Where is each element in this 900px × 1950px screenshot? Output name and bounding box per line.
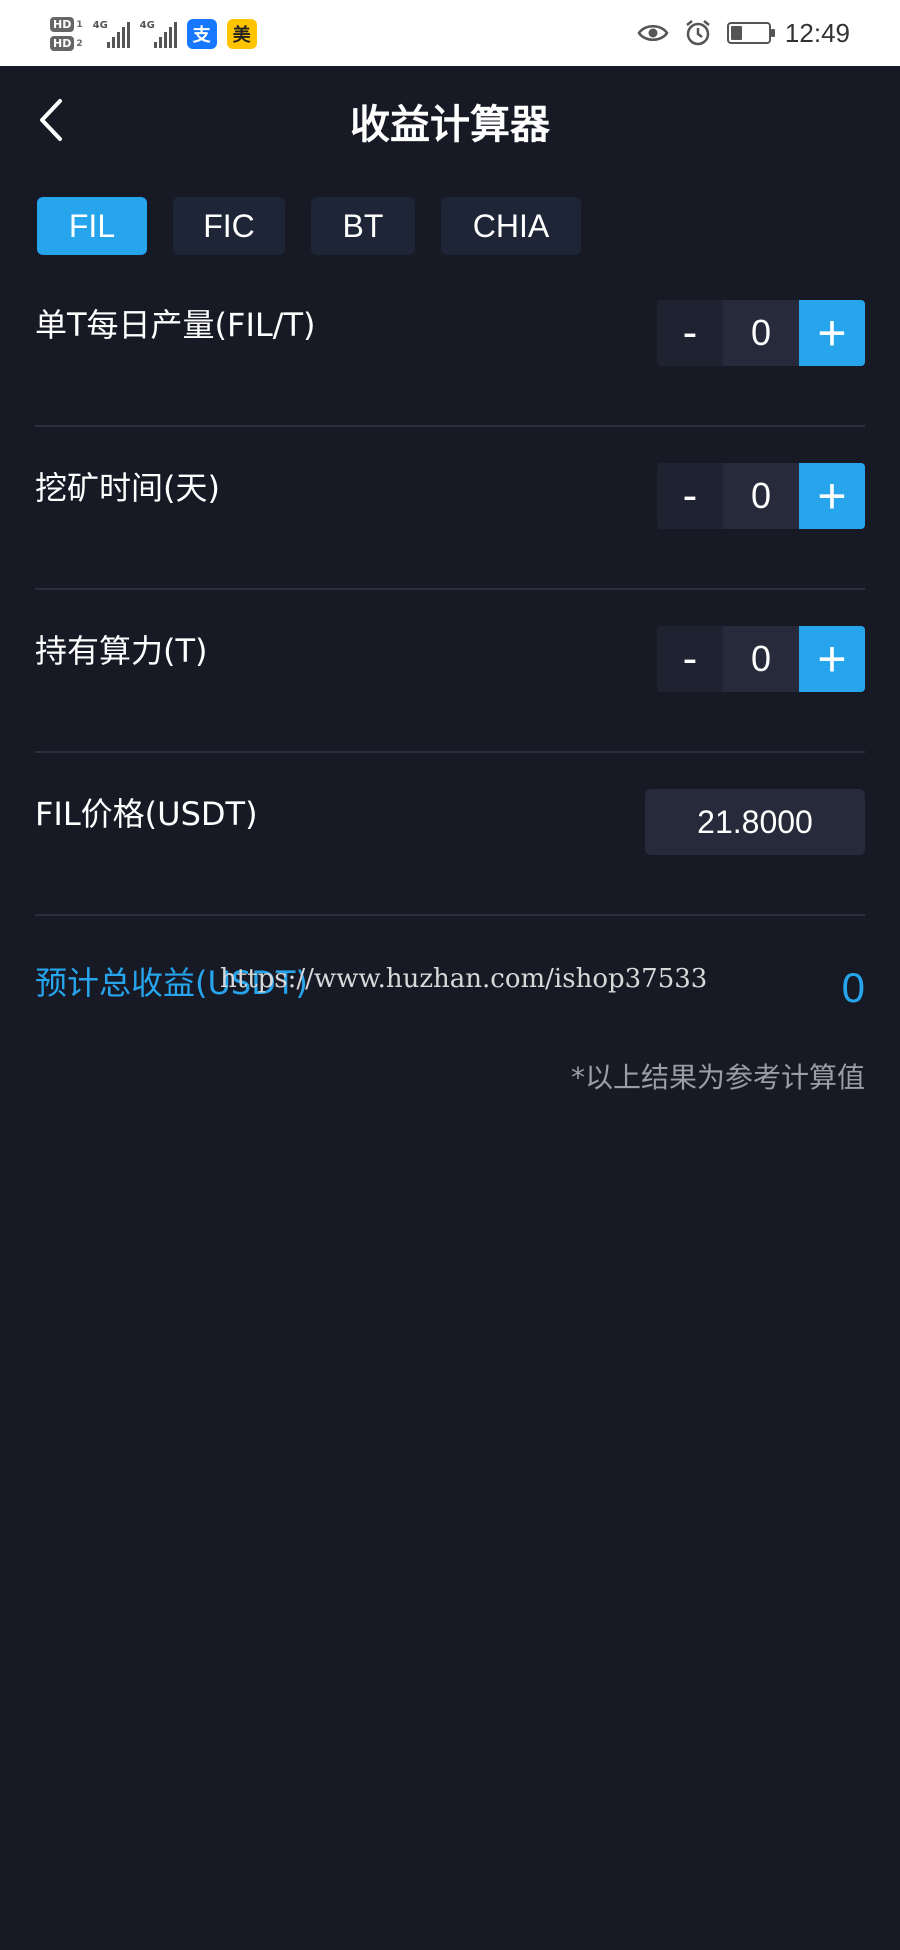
increment-button[interactable]: + xyxy=(799,626,865,692)
hashrate-input[interactable]: 0 xyxy=(723,626,799,692)
mining-days-row: 挖矿时间(天) - 0 + xyxy=(35,427,865,590)
decrement-button[interactable]: - xyxy=(657,463,723,529)
price-row: FIL价格(USDT) 21.8000 xyxy=(35,753,865,916)
daily-output-input[interactable]: 0 xyxy=(723,300,799,366)
price-input[interactable]: 21.8000 xyxy=(645,789,865,855)
decrement-button[interactable]: - xyxy=(657,300,723,366)
disclaimer-note: *以上结果为参考计算值 xyxy=(570,1061,865,1094)
hd-number: 1 xyxy=(76,19,83,30)
meituan-icon: 美 xyxy=(226,19,257,49)
daily-output-row: 单T每日产量(FIL/T) - 0 + xyxy=(35,264,865,427)
coin-tabs: FIL FIC BT CHIA xyxy=(37,197,581,255)
tab-fic[interactable]: FIC xyxy=(173,197,285,255)
increment-button[interactable]: + xyxy=(799,300,865,366)
alarm-icon xyxy=(686,20,710,46)
network-type: 4G xyxy=(92,20,108,31)
watermark-text: https://www.huzhan.com/ishop37533 xyxy=(220,964,708,994)
hd-indicators: HD 1 HD 2 xyxy=(50,17,83,51)
page-title: 收益计算器 xyxy=(350,102,550,148)
hd-badge: HD xyxy=(50,17,75,32)
clock: 12:49 xyxy=(784,17,850,48)
app-header: 收益计算器 xyxy=(0,66,900,176)
signal-icon: 4G xyxy=(140,20,177,48)
increment-button[interactable]: + xyxy=(799,463,865,529)
mining-days-label: 挖矿时间(天) xyxy=(35,469,220,507)
alipay-icon: 支 xyxy=(186,19,217,49)
mining-days-input[interactable]: 0 xyxy=(723,463,799,529)
eye-icon xyxy=(637,25,669,41)
hashrate-row: 持有算力(T) - 0 + xyxy=(35,590,865,753)
status-bar: HD 1 HD 2 4G 4G 支 美 12:49 xyxy=(0,0,900,66)
status-bar-right: 12:49 xyxy=(637,0,850,66)
hd-number: 2 xyxy=(76,38,83,49)
hashrate-label: 持有算力(T) xyxy=(35,632,208,670)
hd-indicator-2: HD 2 xyxy=(50,36,83,51)
daily-output-stepper: - 0 + xyxy=(657,300,865,366)
tab-chia[interactable]: CHIA xyxy=(441,197,581,255)
total-income-value: 0 xyxy=(841,964,865,1011)
tab-bt[interactable]: BT xyxy=(311,197,415,255)
mining-days-stepper: - 0 + xyxy=(657,463,865,529)
hd-badge: HD xyxy=(50,36,75,51)
status-bar-left: HD 1 HD 2 4G 4G 支 美 xyxy=(50,10,257,58)
battery-icon xyxy=(726,22,775,44)
signal-icon: 4G xyxy=(93,20,130,48)
tab-fil[interactable]: FIL xyxy=(37,197,147,255)
hd-indicator-1: HD 1 xyxy=(50,17,83,32)
network-type: 4G xyxy=(139,20,155,31)
battery-level xyxy=(730,26,742,40)
decrement-button[interactable]: - xyxy=(657,626,723,692)
hashrate-stepper: - 0 + xyxy=(657,626,865,692)
daily-output-label: 单T每日产量(FIL/T) xyxy=(35,306,316,344)
price-label: FIL价格(USDT) xyxy=(35,795,258,833)
